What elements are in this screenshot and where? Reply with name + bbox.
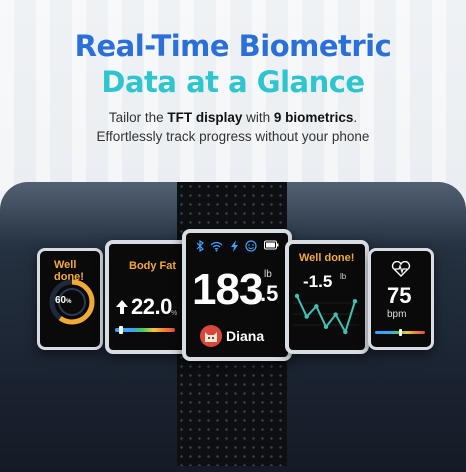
battery-icon <box>264 240 279 250</box>
subtitle-text: . <box>353 110 358 125</box>
subtitle: Tailor the TFT display with 9 biometrics… <box>0 108 466 146</box>
subtitle-bold-biometrics: 9 biometrics <box>273 110 354 125</box>
subtitle-line-1: Tailor the TFT display with 9 biometrics… <box>0 108 466 127</box>
subtitle-text: Tailor the <box>108 110 168 125</box>
user-name: Diana <box>226 328 265 344</box>
range-marker <box>399 329 402 336</box>
ring-value-number: 60 <box>55 295 67 306</box>
heart-rate-value: 75 <box>387 283 412 308</box>
avatar <box>200 325 222 347</box>
screen-weight-change: Well done! -1.5 lb <box>285 240 369 354</box>
heart-rate-icon <box>391 261 411 277</box>
trend-point <box>333 312 338 317</box>
screen-weight: 183 .5 lb Diana <box>182 229 292 361</box>
trend-point <box>343 329 348 335</box>
headline-line-1: Real-Time Biometric <box>74 29 392 63</box>
trend-point <box>294 293 300 299</box>
ring-chart <box>49 279 95 325</box>
weight-unit: lb <box>264 269 272 280</box>
range-marker <box>119 326 123 334</box>
weight-decimal: .5 <box>260 281 279 306</box>
weight-change-value: -1.5 <box>303 272 333 291</box>
weight-value: 183 <box>192 265 263 314</box>
bolt-icon <box>231 240 238 252</box>
wifi-icon <box>210 241 223 252</box>
trend-point <box>304 314 309 319</box>
smile-icon <box>245 240 257 252</box>
screen-heart-rate: 75 bpm <box>368 248 434 350</box>
status-bar <box>192 240 280 252</box>
screen-body-composition: Well done! 60% <box>37 248 103 350</box>
cat-avatar-icon <box>205 332 217 342</box>
weight-change-unit: lb <box>340 272 347 281</box>
screen-body-fat: Body Fat 22.0 % <box>105 240 189 354</box>
trend-point <box>323 324 329 330</box>
subtitle-line-2: Effortlessly track progress without your… <box>96 129 370 144</box>
range-bar <box>115 328 175 332</box>
trend-point <box>314 304 319 309</box>
ring-value-unit: % <box>66 299 72 305</box>
subtitle-bold-display: TFT display <box>167 110 243 125</box>
subtitle-text: with <box>242 110 274 125</box>
trend-point <box>352 298 358 304</box>
screen-title: Body Fat <box>129 260 177 272</box>
screen-title: Well done! <box>299 252 355 264</box>
headline-line-2: Data at a Glance <box>101 65 365 99</box>
arrow-up-icon <box>116 300 128 314</box>
body-fat-unit: % <box>171 310 178 317</box>
body-fat-value: 22.0 <box>131 294 172 319</box>
bluetooth-icon <box>196 240 204 252</box>
trend-line-chart <box>293 293 359 335</box>
ring-value: 60% <box>55 295 71 306</box>
heart-rate-unit: bpm <box>387 309 407 320</box>
headline: Real-Time Biometric Data at a Glance <box>0 28 466 100</box>
